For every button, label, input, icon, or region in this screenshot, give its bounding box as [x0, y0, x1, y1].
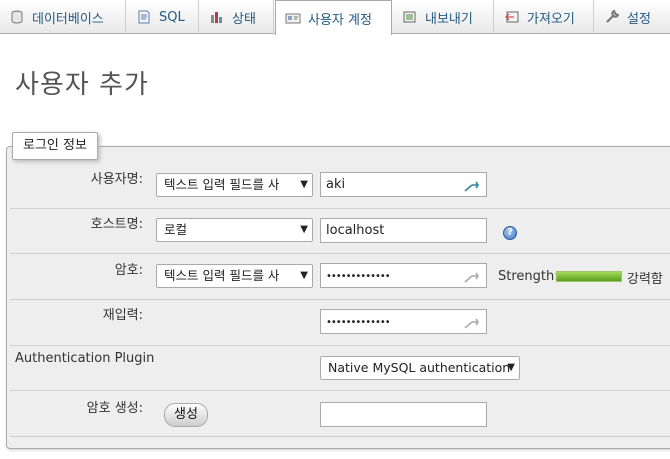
import-icon	[504, 9, 520, 25]
retype-password-input[interactable]: •••••••••••••	[320, 309, 487, 334]
password-strength-meter	[556, 271, 622, 282]
generate-password-label: 암호 생성:	[86, 401, 143, 416]
tab-export[interactable]: 내보내기	[393, 0, 494, 34]
key-icon	[464, 315, 480, 329]
row-divider	[10, 390, 670, 391]
page-title: 사용자 추가	[15, 70, 149, 100]
help-icon[interactable]: ?	[503, 226, 517, 240]
username-label: 사용자명:	[90, 172, 143, 187]
tab-label: 상태	[232, 11, 256, 27]
wrench-icon	[604, 9, 620, 25]
generate-password-button[interactable]: 생성	[164, 403, 208, 427]
tab-sql[interactable]: SQL	[127, 0, 199, 34]
auth-plugin-select[interactable]: Native MySQL authentication ▼	[320, 356, 520, 380]
chevron-down-icon: ▼	[300, 224, 308, 235]
tab-import[interactable]: 가져오기	[495, 0, 594, 34]
top-tab-bar: 데이터베이스 SQL 상태 사용자 계정 내보내기 가져오기 설정	[0, 0, 670, 35]
database-icon	[9, 9, 25, 25]
password-type-select[interactable]: 텍스트 입력 필드를 사 ▼	[156, 264, 313, 288]
hostname-value: localhost	[326, 223, 385, 238]
user-accounts-icon	[285, 10, 301, 26]
tab-label: 내보내기	[425, 11, 473, 27]
row-divider	[10, 299, 670, 300]
export-icon	[402, 9, 418, 25]
strength-label: Strength:	[498, 269, 559, 284]
password-type-value: 텍스트 입력 필드를 사	[164, 268, 280, 283]
password-value: •••••••••••••	[326, 271, 391, 282]
tab-label: 데이터베이스	[32, 11, 104, 27]
auth-plugin-label: Authentication Plugin	[15, 351, 155, 366]
tab-label: 가져오기	[527, 11, 575, 27]
chevron-down-icon: ▼	[300, 179, 308, 190]
hostname-label: 호스트명:	[90, 217, 143, 232]
status-icon	[209, 9, 225, 25]
hostname-type-select[interactable]: 로컬 ▼	[156, 218, 313, 242]
username-value: aki	[326, 177, 346, 192]
tab-user-accounts[interactable]: 사용자 계정	[275, 0, 392, 35]
retype-label: 재입력:	[102, 308, 143, 323]
tab-databases[interactable]: 데이터베이스	[0, 0, 126, 34]
tab-settings[interactable]: 설정	[595, 0, 670, 34]
strength-fill	[557, 272, 621, 281]
username-type-value: 텍스트 입력 필드를 사	[164, 177, 280, 192]
password-input[interactable]: •••••••••••••	[320, 263, 487, 288]
password-label: 암호:	[114, 263, 143, 278]
row-divider	[10, 208, 670, 209]
tab-label: 설정	[627, 11, 651, 27]
login-info-legend: 로그인 정보	[12, 132, 98, 160]
tab-label: SQL	[159, 9, 185, 25]
row-divider	[10, 436, 670, 437]
username-input[interactable]: aki	[320, 172, 487, 197]
tab-label: 사용자 계정	[308, 12, 372, 28]
hostname-type-value: 로컬	[164, 222, 188, 237]
row-divider	[10, 345, 670, 346]
row-divider	[10, 253, 670, 254]
key-icon	[464, 178, 480, 192]
hostname-input[interactable]: localhost	[320, 218, 487, 243]
auth-plugin-value: Native MySQL authentication	[328, 360, 511, 375]
username-type-select[interactable]: 텍스트 입력 필드를 사 ▼	[156, 173, 313, 197]
tab-status[interactable]: 상태	[200, 0, 274, 34]
key-icon	[464, 269, 480, 283]
strength-text: 강력함	[627, 272, 663, 287]
sql-icon	[136, 9, 152, 25]
chevron-down-icon: ▼	[507, 362, 515, 373]
chevron-down-icon: ▼	[300, 270, 308, 281]
retype-value: •••••••••••••	[326, 317, 391, 328]
generated-password-input[interactable]	[320, 402, 487, 427]
